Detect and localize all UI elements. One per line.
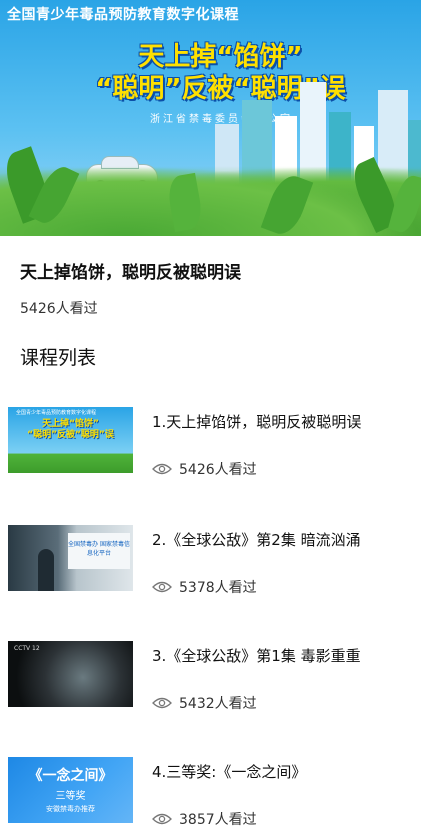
course-list-item-views: 5426人看过 xyxy=(152,459,257,479)
thumb-prize: 三等奖 xyxy=(55,791,86,802)
course-list-item-3[interactable]: CCTV 12 3.《全球公敌》第1集 毒影重重 5432人看过 xyxy=(0,641,421,736)
eye-icon xyxy=(152,581,172,593)
thumb-person xyxy=(38,549,54,591)
course-list-item-views: 5378人看过 xyxy=(152,577,257,597)
course-list-item-views: 3857人看过 xyxy=(152,809,257,829)
course-list-item-title[interactable]: 3.《全球公敌》第1集 毒影重重 xyxy=(152,645,361,666)
course-thumbnail[interactable]: 全国禁毒办 国家禁毒信息化平台 xyxy=(8,525,133,591)
course-thumbnail[interactable]: CCTV 12 xyxy=(8,641,133,707)
thumb-channel-logo: CCTV 12 xyxy=(14,645,40,652)
view-count: 5378人看过 xyxy=(179,580,257,596)
course-banner: 全国青少年毒品预防教育数字化课程 天上掉“馅饼” “聪明”反被“聪明”误 浙江省… xyxy=(0,0,421,236)
banner-top-text: 全国青少年毒品预防教育数字化课程 xyxy=(7,7,239,23)
eye-icon xyxy=(152,813,172,825)
thumb-text: 《一念之间》 三等奖 安徽禁毒办推荐 xyxy=(8,765,133,814)
view-count: 3857人看过 xyxy=(179,812,257,828)
view-count: 5432人看过 xyxy=(179,696,257,712)
course-list-item-title[interactable]: 1.天上掉馅饼，聪明反被聪明误 xyxy=(152,411,361,432)
course-list-item-1[interactable]: 全国青少年毒品预防教育数字化课程 天上掉“馅饼” “聪明”反被“聪明”误 1.天… xyxy=(0,407,421,502)
course-thumbnail[interactable]: 《一念之间》 三等奖 安徽禁毒办推荐 xyxy=(8,757,133,823)
banner-headline-2: “聪明”反被“聪明”误 xyxy=(95,74,346,104)
course-list-item-title[interactable]: 4.三等奖:《一念之间》 xyxy=(152,761,306,782)
course-list-item-title[interactable]: 2.《全球公敌》第2集 暗流汹涌 xyxy=(152,529,361,550)
course-list-item-4[interactable]: 《一念之间》 三等奖 安徽禁毒办推荐 4.三等奖:《一念之间》 3857人看过 xyxy=(0,757,421,831)
thumb-top-text: 全国青少年毒品预防教育数字化课程 xyxy=(16,410,97,416)
eye-icon xyxy=(152,463,172,475)
course-list-heading: 课程列表 xyxy=(20,347,97,369)
thumb-screen: 全国禁毒办 国家禁毒信息化平台 xyxy=(68,533,130,569)
thumb-title: 《一念之间》 xyxy=(28,768,113,784)
course-title: 天上掉馅饼，聪明反被聪明误 xyxy=(20,263,241,283)
thumb-note: 安徽禁毒办推荐 xyxy=(46,805,95,813)
thumb-headline: 天上掉“馅饼” “聪明”反被“聪明”误 xyxy=(8,419,133,441)
course-views: 5426人看过 xyxy=(20,301,98,317)
thumb-headline-2: “聪明”反被“聪明”误 xyxy=(27,430,114,440)
course-thumbnail[interactable]: 全国青少年毒品预防教育数字化课程 天上掉“馅饼” “聪明”反被“聪明”误 xyxy=(8,407,133,473)
eye-icon xyxy=(152,697,172,709)
course-list-item-2[interactable]: 全国禁毒办 国家禁毒信息化平台 2.《全球公敌》第2集 暗流汹涌 5378人看过 xyxy=(0,525,421,620)
view-count: 5426人看过 xyxy=(179,462,257,478)
thumb-headline-1: 天上掉“馅饼” xyxy=(42,419,99,429)
course-list-item-views: 5432人看过 xyxy=(152,693,257,713)
